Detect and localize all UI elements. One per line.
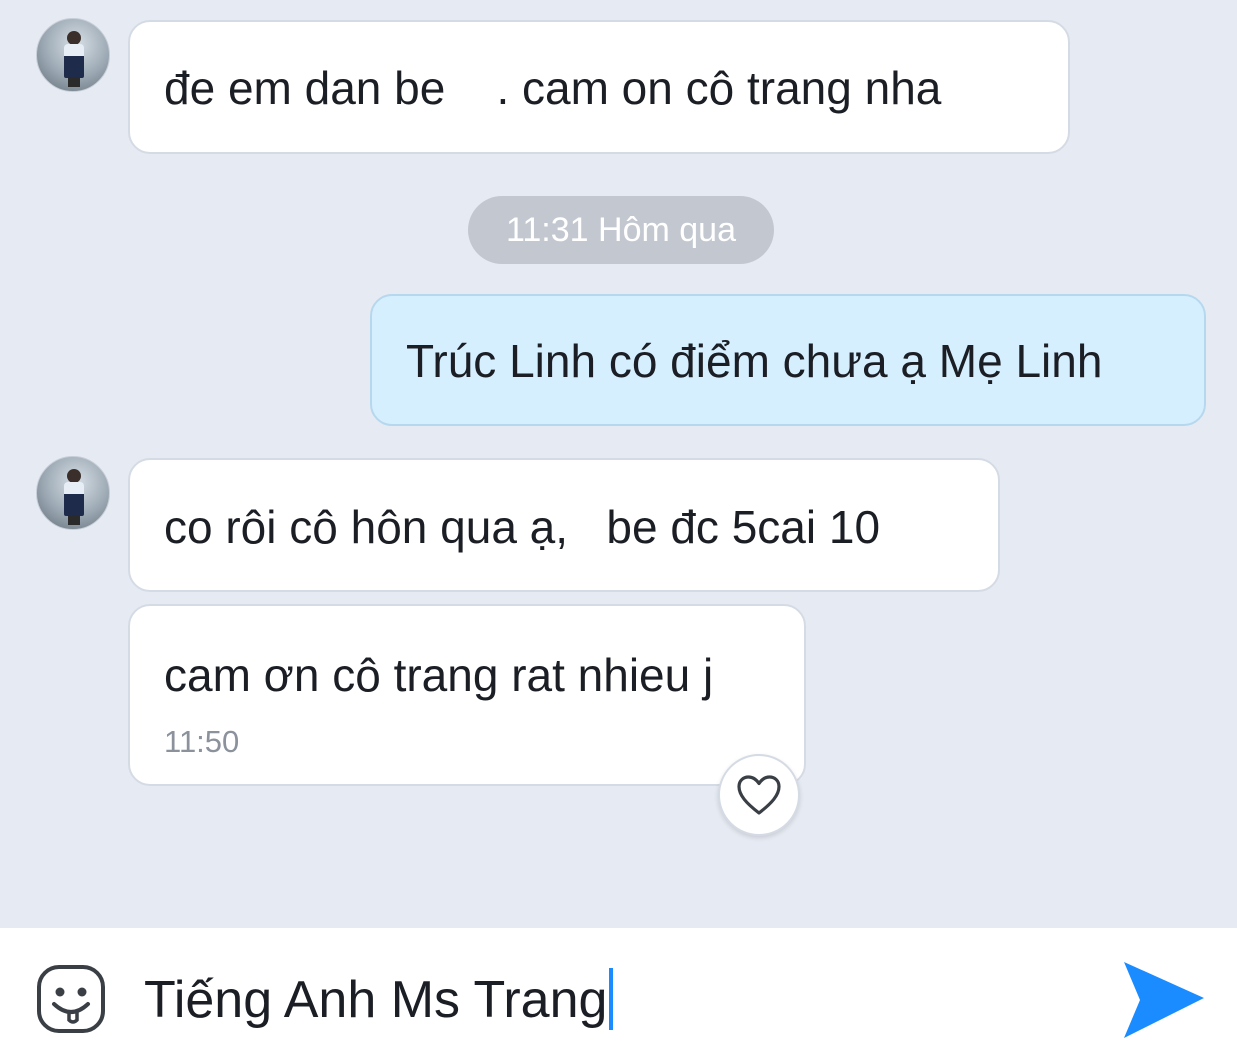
message-input[interactable]: Tiếng Anh Ms Trang <box>144 968 614 1032</box>
message-input-value: Tiếng Anh Ms Trang <box>144 971 608 1029</box>
send-arrow-icon <box>1124 962 1204 1038</box>
sender-avatar[interactable] <box>36 18 110 92</box>
incoming-message-bubble[interactable]: co rôi cô hôn qua ạ, be đc 5cai 10 <box>128 458 1000 592</box>
message-timestamp: 11:50 <box>164 724 240 759</box>
outgoing-message-bubble[interactable]: Trúc Linh có điểm chưa ạ Mẹ Linh <box>370 294 1206 426</box>
message-list[interactable]: đe em dan be . cam on cô trang nha 11:31… <box>0 0 1237 928</box>
heart-icon <box>737 775 781 815</box>
emoji-icon <box>37 965 105 1033</box>
message-text: Trúc Linh có điểm chưa ạ Mẹ Linh <box>406 335 1103 387</box>
text-caret <box>609 968 614 1030</box>
react-heart-button[interactable] <box>718 754 800 836</box>
emoji-button[interactable] <box>36 964 106 1034</box>
sender-avatar[interactable] <box>36 456 110 530</box>
incoming-message-bubble[interactable]: cam ơn cô trang rat nhieu j 11:50 <box>128 604 806 786</box>
message-text: cam ơn cô trang rat nhieu j <box>164 649 714 701</box>
incoming-message-bubble[interactable]: đe em dan be . cam on cô trang nha <box>128 20 1070 154</box>
message-text: đe em dan be . cam on cô trang nha <box>164 62 942 114</box>
send-button[interactable] <box>1118 960 1208 1040</box>
message-text: co rôi cô hôn qua ạ, be đc 5cai 10 <box>164 501 881 553</box>
date-separator: 11:31 Hôm qua <box>468 196 774 264</box>
